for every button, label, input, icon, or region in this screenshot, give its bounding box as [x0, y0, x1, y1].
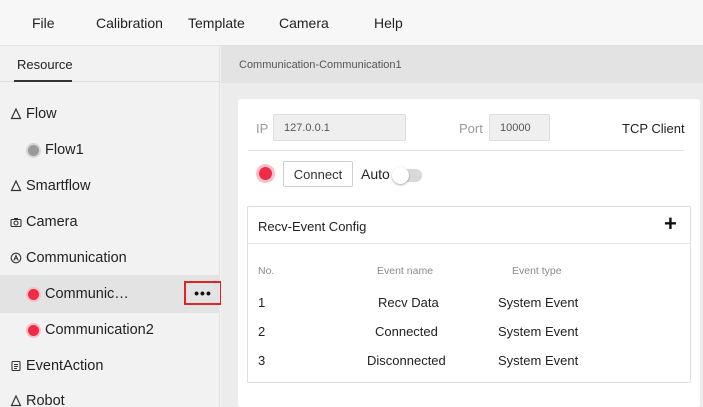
column-header-event-type: Event type: [512, 265, 562, 277]
menu-template[interactable]: Template: [188, 15, 245, 31]
sidebar-item-label: Robot: [26, 393, 65, 407]
recv-event-config-section: Recv-Event Config + No. Event name Event…: [247, 206, 691, 383]
ip-label: IP: [256, 121, 269, 136]
communication-icon: [9, 251, 23, 265]
event-action-icon: [9, 359, 23, 373]
connection-status-icon: [259, 167, 272, 180]
sidebar-item-label: Communication2: [45, 322, 154, 338]
communication-config-card: IP 127.0.0.1 Port 10000 TCP Client Conne…: [238, 99, 700, 407]
table-row-type: System Event: [498, 295, 579, 310]
tab-resource[interactable]: Resource: [17, 57, 73, 72]
menu-help[interactable]: Help: [374, 15, 403, 31]
smartflow-icon: [9, 179, 23, 193]
menu-calibration[interactable]: Calibration: [96, 15, 163, 31]
table-row-no: 2: [258, 324, 266, 339]
auto-label: Auto: [361, 166, 390, 182]
tab-underline: [14, 80, 72, 82]
sidebar: Resource Flow Flow1 Smartflow Camera Com…: [0, 46, 222, 407]
sidebar-item-label: Camera: [26, 214, 78, 230]
port-input[interactable]: 10000: [489, 114, 550, 141]
sidebar-tabbar: Resource: [0, 46, 220, 82]
menu-camera[interactable]: Camera: [279, 15, 329, 31]
sidebar-item-label: Flow1: [45, 142, 84, 158]
mode-label: TCP Client: [622, 121, 685, 136]
divider: [248, 150, 684, 151]
panel-header: Communication-Communication1: [221, 46, 703, 83]
flow-icon: [9, 107, 23, 121]
sidebar-item-camera[interactable]: Camera: [0, 205, 220, 239]
sidebar-item-label: Communic…: [45, 286, 129, 302]
table-row-no: 1: [258, 295, 266, 310]
table-row-no: 3: [258, 353, 266, 368]
add-event-icon[interactable]: +: [664, 213, 677, 235]
sidebar-item-flow1[interactable]: Flow1: [0, 133, 220, 167]
table-row-name: Recv Data: [378, 295, 439, 310]
menu-bar: File Calibration Template Camera Help: [0, 0, 703, 46]
column-header-no: No.: [258, 265, 275, 277]
status-dot-gray-icon: [28, 144, 39, 156]
sidebar-item-label: Flow: [26, 106, 57, 122]
connect-button[interactable]: Connect: [283, 161, 353, 187]
recv-event-header: Recv-Event Config +: [248, 207, 690, 244]
toggle-knob: [392, 167, 409, 184]
robot-icon: [9, 394, 23, 407]
port-label: Port: [459, 121, 483, 136]
table-row-name: Disconnected: [367, 353, 446, 368]
sidebar-item-communication1[interactable]: Communic… •••: [0, 275, 222, 313]
sidebar-item-communication2[interactable]: Communication2: [0, 313, 220, 347]
sidebar-item-robot[interactable]: Robot: [0, 384, 220, 407]
table-row-name: Connected: [375, 324, 438, 339]
sidebar-item-label: Smartflow: [26, 178, 91, 194]
table-row-type: System Event: [498, 353, 579, 368]
sidebar-item-communication[interactable]: Communication: [0, 241, 220, 275]
sidebar-item-label: Communication: [26, 250, 127, 266]
more-options-button[interactable]: •••: [184, 281, 222, 305]
ip-input[interactable]: 127.0.0.1: [273, 114, 406, 141]
table-row-type: System Event: [498, 324, 579, 339]
panel-title: Communication-Communication1: [239, 59, 402, 71]
sidebar-item-smartflow[interactable]: Smartflow: [0, 169, 220, 203]
auto-toggle[interactable]: [392, 167, 422, 184]
sidebar-item-flow[interactable]: Flow: [0, 97, 220, 131]
status-dot-red-icon: [28, 324, 39, 336]
camera-icon: [9, 215, 23, 229]
status-dot-red-icon: [28, 288, 39, 300]
column-header-event-name: Event name: [377, 265, 434, 277]
recv-event-title: Recv-Event Config: [258, 219, 367, 234]
sidebar-item-eventaction[interactable]: EventAction: [0, 349, 220, 383]
menu-file[interactable]: File: [32, 15, 55, 31]
sidebar-item-label: EventAction: [26, 358, 104, 374]
